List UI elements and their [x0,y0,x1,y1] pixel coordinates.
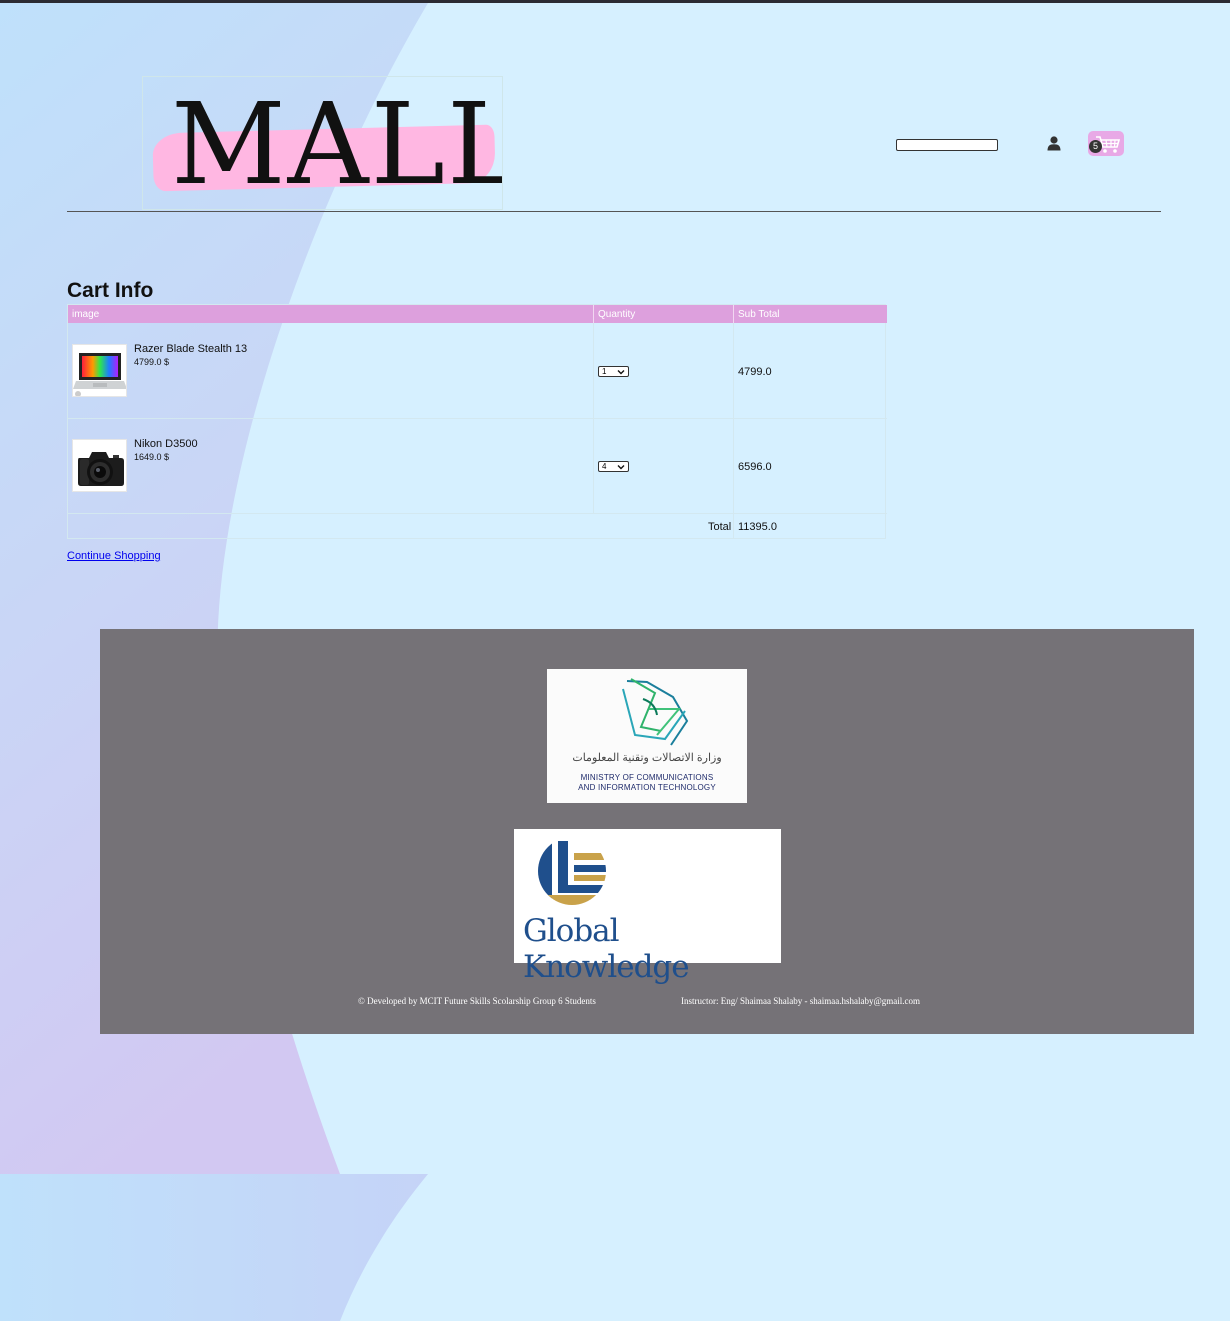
table-header: image Quantity Sub Total [68,305,887,323]
cart-table: image Quantity Sub Total Razer Blade Ste… [67,304,887,539]
column-header-image: image [72,309,100,320]
cart-count-badge: 5 [1089,140,1102,153]
column-header-quantity: Quantity [598,309,636,320]
caret-down-icon [617,465,625,470]
row-divider [68,513,887,514]
global-knowledge-name: Global Knowledge [523,913,690,985]
footer-instructor: Instructor: Eng/ Shaimaa Shalaby - shaim… [681,996,920,1006]
column-divider [733,323,734,538]
cart-title: Cart Info [67,279,154,302]
quantity-select[interactable]: 1 [598,366,629,377]
row-subtotal: 4799.0 [738,366,772,378]
mcit-english-line2: AND INFORMATION TECHNOLOGY [578,783,716,792]
search-input[interactable] [896,139,998,151]
mcit-arabic-name: وزارة الاتصالات وتقنية المعلومات [572,752,722,764]
caret-down-icon [617,370,625,375]
quantity-value: 4 [602,462,607,471]
user-icon[interactable] [1047,136,1061,151]
product-price: 4799.0 $ [134,357,170,367]
mcit-logo: وزارة الاتصالات وتقنية المعلومات MINISTR… [547,669,747,803]
laptop-image[interactable] [72,344,127,397]
mall-logo[interactable]: MALL [142,76,503,210]
row-subtotal: 6596.0 [738,461,772,473]
total-value: 11395.0 [738,521,777,533]
column-divider [733,305,734,323]
footer: وزارة الاتصالات وتقنية المعلومات MINISTR… [100,629,1194,1034]
global-knowledge-emblem-icon [538,837,606,905]
footer-credit: © Developed by MCIT Future Skills Scolar… [358,996,596,1006]
mcit-emblem-icon [622,678,689,746]
quantity-select[interactable]: 4 [598,461,629,472]
continue-shopping-link[interactable]: Continue Shopping [67,550,161,562]
global-knowledge-logo: Global Knowledge [514,829,781,985]
logo-text: MALL [171,80,503,210]
product-price: 1649.0 $ [134,452,170,462]
row-divider [68,418,887,419]
product-name[interactable]: Razer Blade Stealth 13 [134,343,247,355]
column-header-subtotal: Sub Total [738,309,780,320]
camera-image[interactable] [72,439,127,492]
quantity-value: 1 [602,367,607,376]
header-divider [67,211,1161,212]
mcit-english-line1: MINISTRY OF COMMUNICATIONS [580,773,714,782]
column-divider [593,305,594,323]
product-name[interactable]: Nikon D3500 [134,438,198,450]
total-label: Total [708,521,732,533]
